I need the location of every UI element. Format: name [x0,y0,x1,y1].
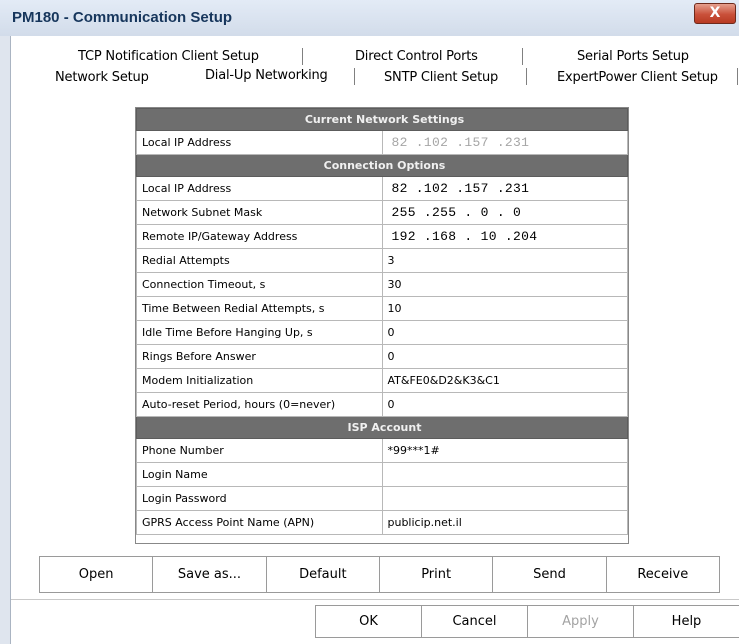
row-label: Redial Attempts [136,248,383,273]
help-button[interactable]: Help [634,606,739,637]
close-button[interactable]: X [694,3,736,24]
row-label: Login Name [136,462,383,487]
section-header-isp-account: ISP Account [136,416,628,439]
action-button-bar: Open Save as... Default Print Send Recei… [39,556,720,593]
connection-timeout-field[interactable]: 30 [381,272,628,297]
table-row: GPRS Access Point Name (APN) publicip.ne… [136,510,628,535]
table-row: Time Between Redial Attempts, s 10 [136,296,628,321]
save-as-button[interactable]: Save as... [153,557,267,592]
table-row: Remote IP/Gateway Address 192 .168 . 10 … [136,224,628,249]
subnet-mask-field[interactable]: 255 .255 . 0 . 0 [381,200,628,225]
tab-strip: TCP Notification Client Setup Direct Con… [11,36,739,96]
redial-attempts-field[interactable]: 3 [381,248,628,273]
tab-divider [737,68,738,85]
table-row: Local IP Address 82 .102 .157 .231 [136,130,628,155]
idle-time-field[interactable]: 0 [381,320,628,345]
gateway-address-field[interactable]: 192 .168 . 10 .204 [381,224,628,249]
tab-tcp-notification-client-setup[interactable]: TCP Notification Client Setup [78,49,259,64]
ok-button[interactable]: OK [316,606,422,637]
table-row: Modem Initialization AT&FE0&D2&K3&C1 [136,368,628,393]
table-row: Redial Attempts 3 [136,248,628,273]
row-label: Login Password [136,486,383,511]
section-header-connection-options: Connection Options [136,154,628,177]
window-title: PM180 - Communication Setup [12,9,233,26]
default-button[interactable]: Default [267,557,380,592]
print-button[interactable]: Print [380,557,494,592]
section-title: Current Network Settings [136,108,628,131]
table-row: Login Password [136,486,628,511]
settings-panel: Current Network Settings Local IP Addres… [135,107,629,544]
rings-before-answer-field[interactable]: 0 [381,344,628,369]
table-row: Network Subnet Mask 255 .255 . 0 . 0 [136,200,628,225]
table-row: Connection Timeout, s 30 [136,272,628,297]
current-local-ip-value: 82 .102 .157 .231 [381,130,628,155]
table-row: Idle Time Before Hanging Up, s 0 [136,320,628,345]
redial-interval-field[interactable]: 10 [381,296,628,321]
table-row: Auto-reset Period, hours (0=never) 0 [136,392,628,417]
close-icon: X [709,5,721,21]
tab-dial-up-networking[interactable]: Dial-Up Networking [205,68,328,83]
auto-reset-field[interactable]: 0 [381,392,628,417]
section-title: ISP Account [136,416,628,439]
tab-divider [302,48,303,65]
tab-divider [354,68,355,85]
modem-init-field[interactable]: AT&FE0&D2&K3&C1 [381,368,628,393]
dialog-footer: OK Cancel Apply Help [315,605,739,638]
tab-sntp-client-setup[interactable]: SNTP Client Setup [384,70,498,85]
table-row: Login Name [136,462,628,487]
row-label: Local IP Address [136,176,383,201]
row-label: GPRS Access Point Name (APN) [136,510,383,535]
row-label: Phone Number [136,438,383,463]
section-header-current-network: Current Network Settings [136,108,628,131]
open-button[interactable]: Open [40,557,154,592]
tab-divider [522,48,523,65]
section-title: Connection Options [136,154,628,177]
apn-field[interactable]: publicip.net.il [381,510,628,535]
settings-grid: Current Network Settings Local IP Addres… [136,108,628,535]
row-label: Connection Timeout, s [136,272,383,297]
apply-button: Apply [528,606,634,637]
table-row: Rings Before Answer 0 [136,344,628,369]
cancel-button[interactable]: Cancel [422,606,528,637]
row-label: Remote IP/Gateway Address [136,224,383,249]
table-row: Local IP Address 82 .102 .157 .231 [136,176,628,201]
footer-divider [11,599,739,600]
phone-number-field[interactable]: *99***1# [381,438,628,463]
tab-network-setup[interactable]: Network Setup [55,70,149,85]
row-label: Modem Initialization [136,368,383,393]
row-label: Time Between Redial Attempts, s [136,296,383,321]
login-name-field[interactable] [381,462,628,487]
receive-button[interactable]: Receive [607,557,719,592]
tab-serial-ports-setup[interactable]: Serial Ports Setup [577,49,689,64]
table-row: Phone Number *99***1# [136,438,628,463]
tab-expertpower-client-setup[interactable]: ExpertPower Client Setup [557,70,718,85]
local-ip-label: Local IP Address [136,130,383,155]
row-label: Rings Before Answer [136,344,383,369]
tab-direct-control-ports[interactable]: Direct Control Ports [355,49,478,64]
local-ip-field[interactable]: 82 .102 .157 .231 [381,176,628,201]
send-button[interactable]: Send [493,557,607,592]
row-label: Auto-reset Period, hours (0=never) [136,392,383,417]
tab-divider [526,68,527,85]
row-label: Network Subnet Mask [136,200,383,225]
row-label: Idle Time Before Hanging Up, s [136,320,383,345]
title-bar: PM180 - Communication Setup X [0,0,739,36]
dialog-body: TCP Notification Client Setup Direct Con… [10,36,739,644]
login-password-field[interactable] [381,486,628,511]
